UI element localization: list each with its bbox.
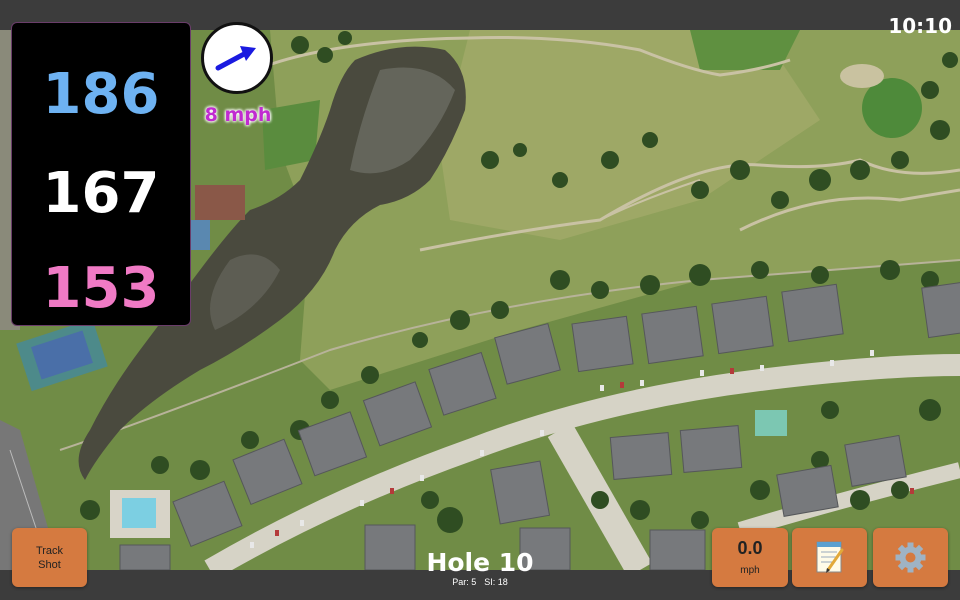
wind-direction-arrow-icon [215,46,256,71]
scorecard-button[interactable] [792,528,867,587]
track-shot-label: Track Shot [35,545,64,571]
wind-direction-indicator [201,22,273,94]
notepad-icon [816,541,844,573]
distance-panel: 186 167 153 [11,22,191,326]
wind-speed-button[interactable]: 0.0 mph [712,528,788,587]
settings-button[interactable] [873,528,948,587]
hole-title: Hole 10 [426,548,534,577]
hole-stroke-index: SI: 18 [484,577,508,587]
wind-speed-label: 8 mph [204,104,272,126]
distance-front: 153 [42,256,160,321]
clock: 10:10 [888,14,952,38]
wind-speed-unit: mph [740,565,760,576]
distance-back: 186 [42,62,160,127]
hole-par: Par: 5 [452,577,477,587]
gear-icon [895,542,926,573]
wind-speed-value: 0.0 [737,538,763,558]
hole-info: Par: 5 SI: 18 [380,577,580,587]
track-shot-button[interactable]: Track Shot [12,528,87,587]
distance-middle: 167 [42,161,160,226]
